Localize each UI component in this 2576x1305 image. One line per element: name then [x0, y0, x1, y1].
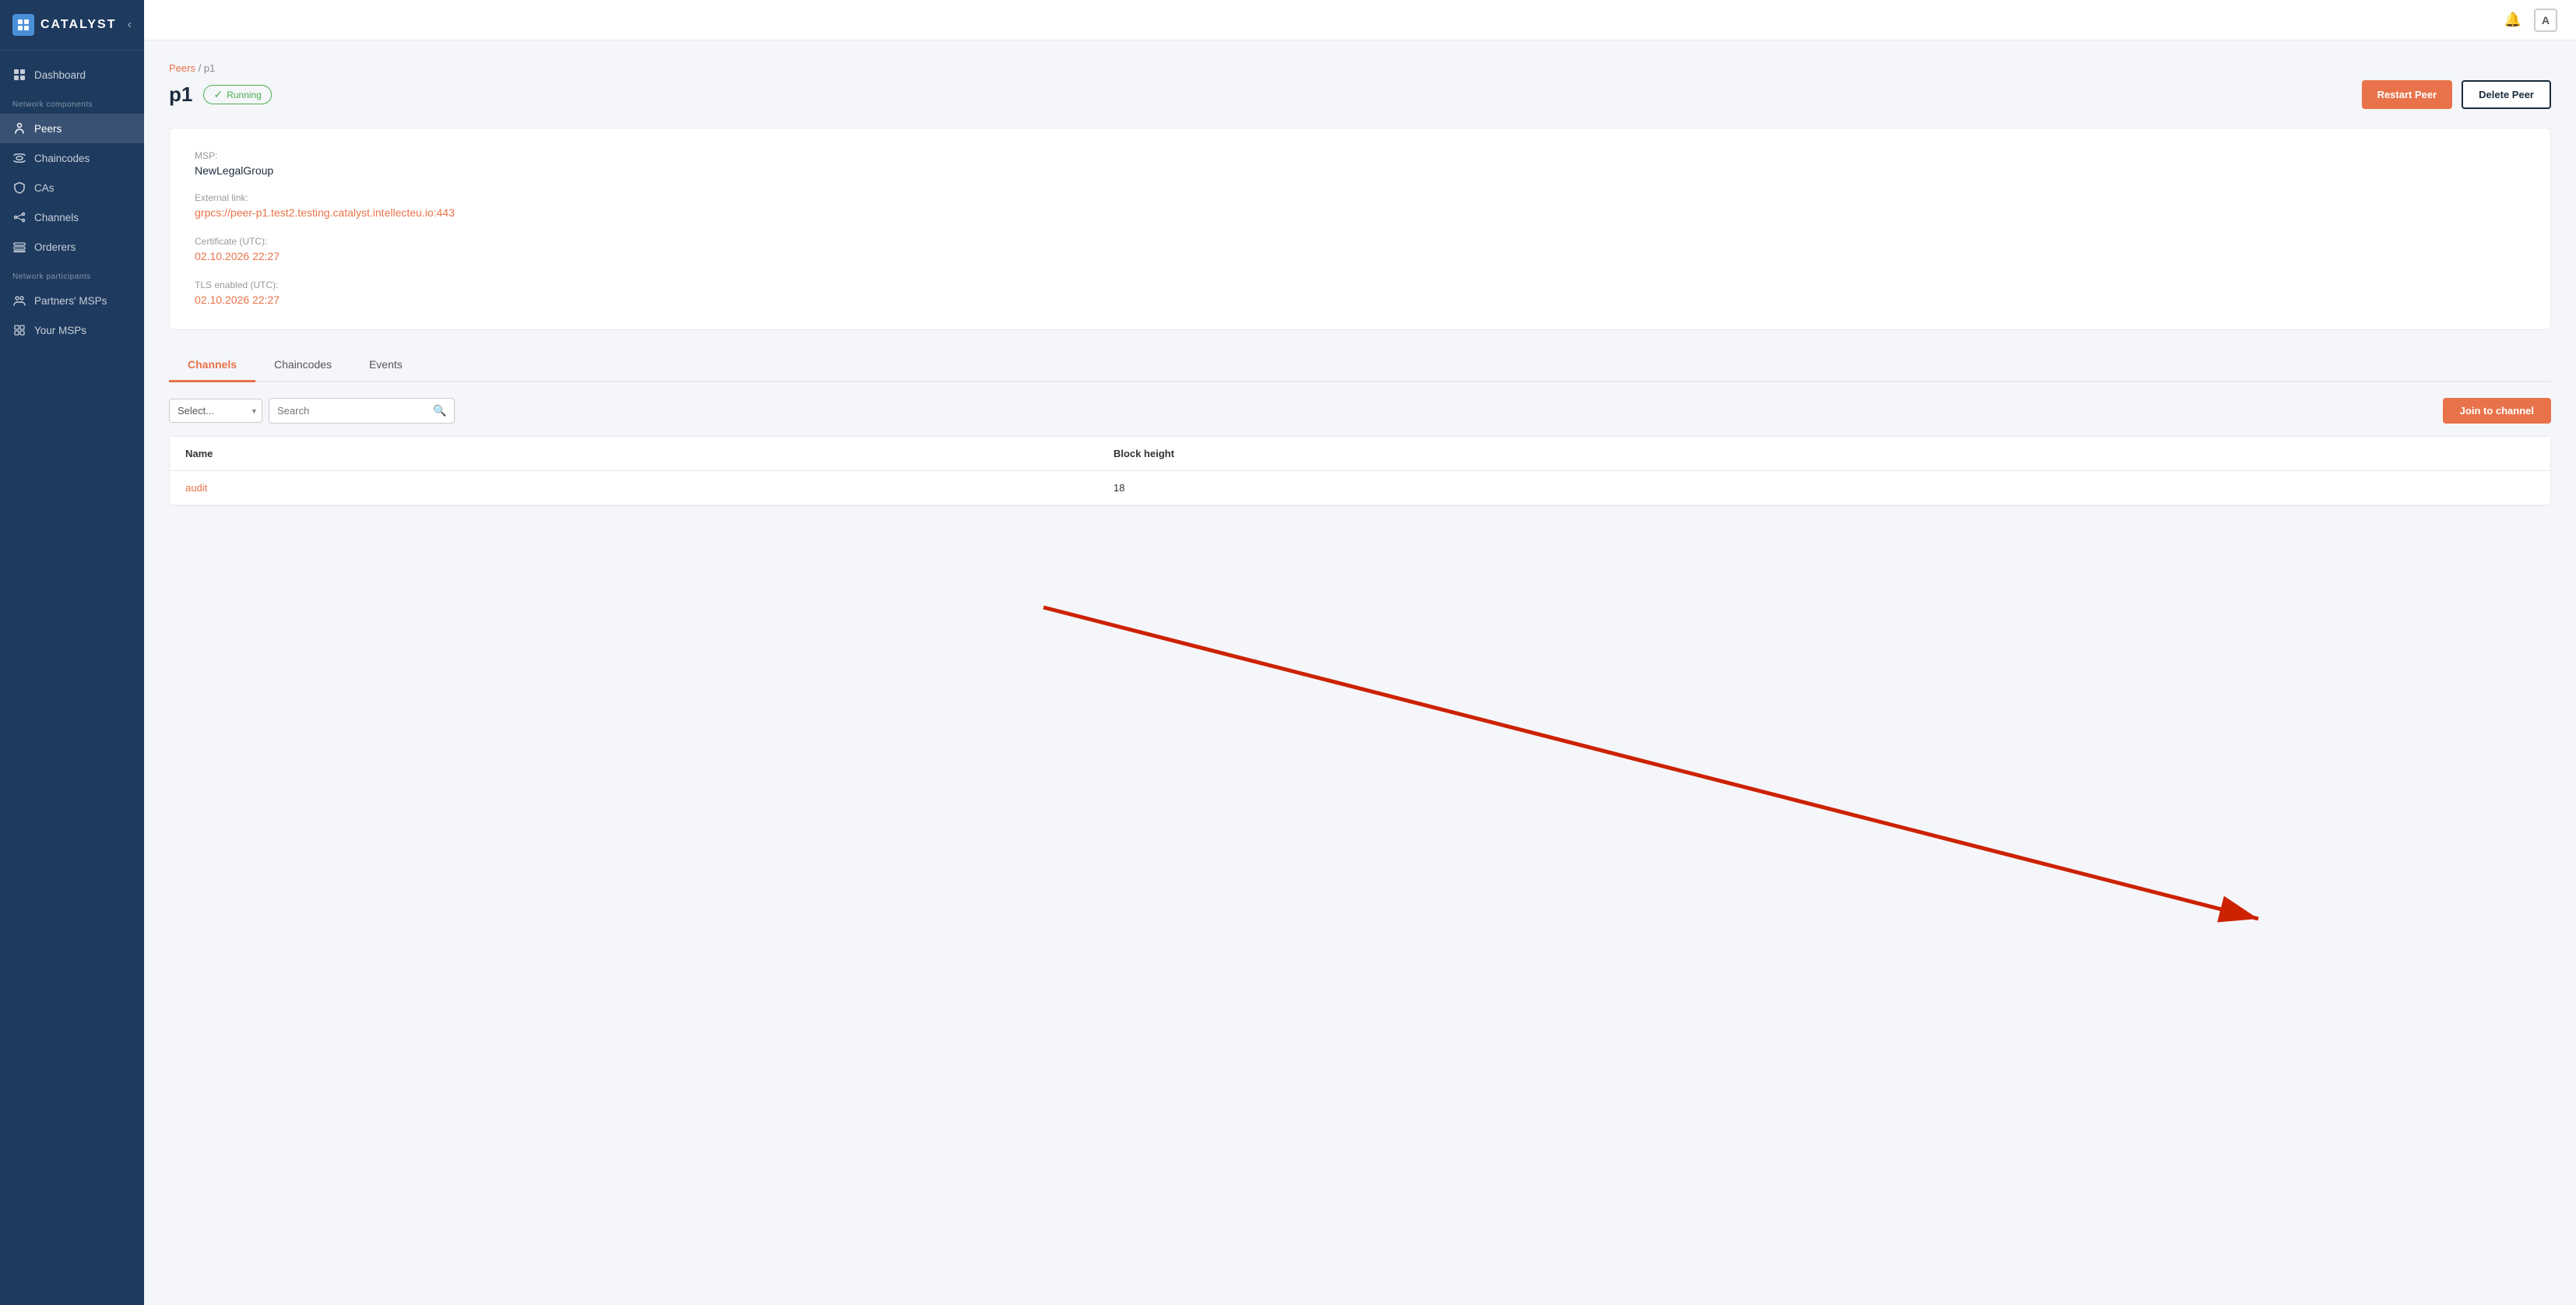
select-wrap: Select...: [169, 399, 262, 423]
filter-row: Select... 🔍 Join to channel: [169, 398, 2551, 424]
delete-peer-button[interactable]: Delete Peer: [2462, 80, 2551, 109]
dashboard-icon: [12, 68, 26, 82]
external-link-row: External link: grpcs://peer-p1.test2.tes…: [195, 192, 2525, 220]
channel-link[interactable]: audit: [185, 482, 207, 494]
app-name: CATALYST: [40, 18, 116, 32]
status-badge: ✓ Running: [203, 85, 271, 104]
sidebar-item-channels[interactable]: Channels: [0, 202, 144, 232]
breadcrumb-separator: /: [199, 62, 204, 74]
main-content: 🔔 A Peers / p1 p1 ✓ Running Restart Peer…: [144, 0, 2576, 1305]
topbar: 🔔 A: [144, 0, 2576, 40]
sidebar-header: CATALYST ‹: [0, 0, 144, 51]
dashboard-label: Dashboard: [34, 69, 86, 81]
cell-block-height: 18: [1098, 471, 2550, 505]
sidebar: CATALYST ‹ Dashboard Network components: [0, 0, 144, 1305]
section-network-components: Network components: [0, 90, 144, 114]
page-title-actions: Restart Peer Delete Peer: [2362, 80, 2551, 109]
cas-icon: [12, 181, 26, 195]
page-title-row: p1 ✓ Running Restart Peer Delete Peer: [169, 80, 2551, 109]
partners-msps-icon: [12, 294, 26, 308]
tabs-row: Channels Chaincodes Events: [169, 349, 2551, 382]
orderers-label: Orderers: [34, 241, 76, 253]
sidebar-item-orderers[interactable]: Orderers: [0, 232, 144, 262]
filter-left: Select... 🔍: [169, 398, 455, 424]
sidebar-item-chaincodes[interactable]: Chaincodes: [0, 143, 144, 173]
peer-info-card: MSP: NewLegalGroup External link: grpcs:…: [169, 128, 2551, 330]
channels-icon: [12, 210, 26, 224]
orderers-icon: [12, 240, 26, 254]
col-name: Name: [170, 437, 1098, 471]
certificate-value[interactable]: 02.10.2026 22:27: [195, 250, 280, 262]
search-wrap: 🔍: [269, 398, 455, 424]
join-to-channel-button[interactable]: Join to channel: [2443, 398, 2551, 424]
table-row: audit 18: [170, 471, 2550, 505]
breadcrumb-current: p1: [204, 62, 215, 74]
sidebar-item-peers[interactable]: Peers: [0, 114, 144, 143]
peers-icon: [12, 121, 26, 135]
cell-name: audit: [170, 471, 1098, 505]
tls-row: TLS enabled (UTC): 02.10.2026 22:27: [195, 280, 2525, 308]
user-avatar[interactable]: A: [2534, 9, 2557, 32]
channels-table: Name Block height audit 18: [169, 436, 2551, 506]
table-body: audit 18: [170, 471, 2550, 505]
chaincodes-icon: [12, 151, 26, 165]
cas-label: CAs: [34, 182, 55, 194]
tab-channels[interactable]: Channels: [169, 349, 255, 382]
certificate-label: Certificate (UTC):: [195, 236, 2525, 247]
restart-peer-button[interactable]: Restart Peer: [2362, 80, 2453, 109]
peers-label: Peers: [34, 123, 62, 135]
breadcrumb: Peers / p1: [169, 62, 2551, 74]
msp-row: MSP: NewLegalGroup: [195, 150, 2525, 177]
status-icon: ✓: [213, 88, 223, 101]
section-network-participants: Network participants: [0, 262, 144, 286]
col-block-height: Block height: [1098, 437, 2550, 471]
sidebar-item-dashboard[interactable]: Dashboard: [0, 60, 144, 90]
search-input[interactable]: [269, 399, 425, 422]
table-header-row: Name Block height: [170, 437, 2550, 471]
sidebar-item-cas[interactable]: CAs: [0, 173, 144, 202]
tab-chaincodes[interactable]: Chaincodes: [255, 349, 350, 382]
your-msps-icon: [12, 323, 26, 337]
msp-value: NewLegalGroup: [195, 164, 2525, 177]
sidebar-nav: Dashboard Network components Peers Cha: [0, 51, 144, 1305]
your-msps-label: Your MSPs: [34, 325, 86, 336]
notification-bell[interactable]: 🔔: [2504, 12, 2521, 28]
app-logo: CATALYST: [12, 14, 116, 36]
channels-label: Channels: [34, 212, 79, 223]
page-title-left: p1 ✓ Running: [169, 83, 272, 107]
table-head: Name Block height: [170, 437, 2550, 471]
channel-select[interactable]: Select...: [169, 399, 262, 423]
chaincodes-label: Chaincodes: [34, 153, 90, 164]
sidebar-collapse-button[interactable]: ‹: [128, 18, 132, 32]
external-link-value[interactable]: grpcs://peer-p1.test2.testing.catalyst.i…: [195, 206, 455, 219]
tab-events[interactable]: Events: [350, 349, 421, 382]
partners-msps-label: Partners' MSPs: [34, 295, 107, 307]
msp-label: MSP:: [195, 150, 2525, 161]
search-button[interactable]: 🔍: [425, 399, 454, 423]
certificate-row: Certificate (UTC): 02.10.2026 22:27: [195, 236, 2525, 264]
sidebar-item-partners-msps[interactable]: Partners' MSPs: [0, 286, 144, 315]
breadcrumb-parent[interactable]: Peers: [169, 62, 195, 74]
logo-icon: [12, 14, 34, 36]
external-link-label: External link:: [195, 192, 2525, 203]
sidebar-item-your-msps[interactable]: Your MSPs: [0, 315, 144, 345]
table: Name Block height audit 18: [170, 437, 2550, 505]
tls-value[interactable]: 02.10.2026 22:27: [195, 294, 280, 306]
tls-label: TLS enabled (UTC):: [195, 280, 2525, 290]
page-title: p1: [169, 83, 192, 107]
status-text: Running: [227, 90, 262, 100]
page-content: Peers / p1 p1 ✓ Running Restart Peer Del…: [144, 40, 2576, 1305]
